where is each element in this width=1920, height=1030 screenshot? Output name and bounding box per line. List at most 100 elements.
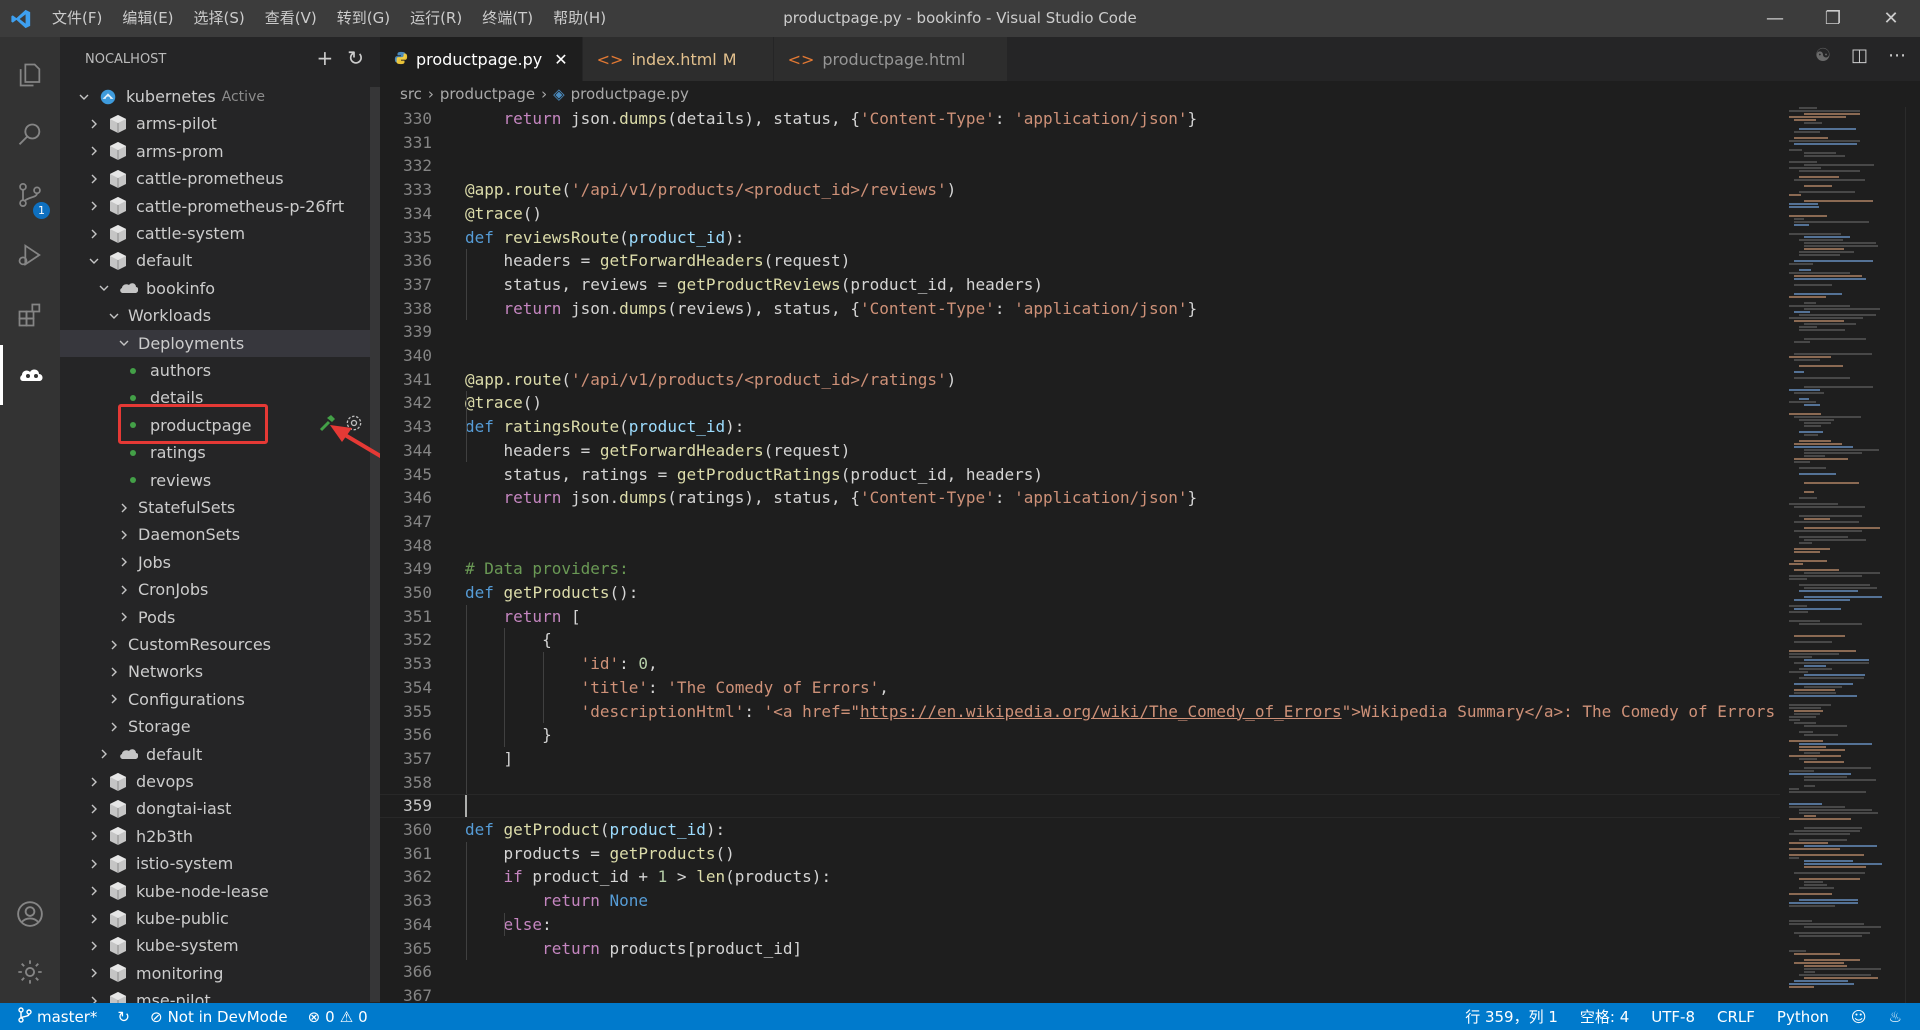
settings-gear-icon[interactable] <box>344 413 364 437</box>
chevron-down-icon[interactable] <box>116 335 132 351</box>
tree-namespace[interactable]: devops <box>60 768 370 795</box>
code-line[interactable]: ] <box>465 747 514 771</box>
code-line[interactable]: headers = getForwardHeaders(request) <box>465 439 851 463</box>
add-cluster-icon[interactable]: + <box>316 45 333 71</box>
tab-productpage-py[interactable]: productpage.py ✕ <box>380 37 583 81</box>
chevron-right-icon[interactable] <box>96 746 112 762</box>
chevron-right-icon[interactable] <box>86 965 102 981</box>
tree-workload-group[interactable]: StatefulSets <box>60 494 370 521</box>
code-line[interactable]: return json.dumps(ratings), status, {'Co… <box>465 486 1198 510</box>
tree-namespace[interactable]: cattle-prometheus-p-26frt <box>60 193 370 220</box>
notifications-bell-icon[interactable]: ♨ <box>1889 1008 1902 1026</box>
maximize-button[interactable]: ❐ <box>1804 0 1862 37</box>
search-icon[interactable] <box>0 105 60 165</box>
chevron-right-icon[interactable] <box>86 856 102 872</box>
chevron-right-icon[interactable] <box>106 637 122 653</box>
code-line[interactable]: return products[product_id] <box>465 937 802 961</box>
tree-namespace[interactable]: kube-public <box>60 905 370 932</box>
tree-namespace[interactable]: monitoring <box>60 960 370 987</box>
code-line[interactable]: else: <box>465 913 552 937</box>
chevron-right-icon[interactable] <box>116 582 132 598</box>
feedback-icon[interactable]: ☺ <box>1851 1008 1867 1026</box>
indentation[interactable]: 空格: 4 <box>1580 1006 1629 1027</box>
tab-index-html[interactable]: <> index.html M <box>582 37 774 81</box>
chevron-right-icon[interactable] <box>86 143 102 159</box>
chevron-right-icon[interactable] <box>106 691 122 707</box>
code-line[interactable]: status, ratings = getProductRatings(prod… <box>465 463 1043 487</box>
chevron-right-icon[interactable] <box>86 911 102 927</box>
compare-icon[interactable]: ☯ <box>1815 45 1831 66</box>
explorer-icon[interactable] <box>0 45 60 105</box>
code-line[interactable]: @trace() <box>465 202 542 226</box>
chevron-right-icon[interactable] <box>86 801 102 817</box>
nocalhost-icon[interactable] <box>0 345 60 405</box>
code-line[interactable]: products = getProducts() <box>465 842 735 866</box>
tree-namespace[interactable]: arms-pilot <box>60 110 370 137</box>
chevron-down-icon[interactable] <box>76 89 92 105</box>
breadcrumb-item[interactable]: productpage <box>440 85 535 103</box>
code-line[interactable]: status, reviews = getProductReviews(prod… <box>465 273 1043 297</box>
chevron-right-icon[interactable] <box>106 719 122 735</box>
tree-namespace[interactable]: cattle-system <box>60 220 370 247</box>
tree-resource-group[interactable]: Configurations <box>60 686 370 713</box>
menu-file[interactable]: 文件(F) <box>42 0 112 37</box>
code-line[interactable]: # Data providers: <box>465 557 629 581</box>
chevron-right-icon[interactable] <box>116 554 132 570</box>
tree-workload-group[interactable]: Jobs <box>60 549 370 576</box>
code-line[interactable]: def reviewsRoute(product_id): <box>465 226 744 250</box>
end-of-line[interactable]: CRLF <box>1717 1008 1755 1026</box>
chevron-down-icon[interactable] <box>96 280 112 296</box>
tree-namespace[interactable]: arms-prom <box>60 138 370 165</box>
code-line[interactable]: @app.route('/api/v1/products/<product_id… <box>465 368 956 392</box>
code-line[interactable]: if product_id + 1 > len(products): <box>465 865 832 889</box>
code-view[interactable]: 330 return json.dumps(details), status, … <box>380 107 1780 1003</box>
devmode-status[interactable]: ⊘ Not in DevMode <box>150 1008 288 1026</box>
dev-mode-hammer-icon[interactable] <box>318 413 338 437</box>
code-line[interactable]: return [ <box>465 605 581 629</box>
breadcrumb-item[interactable]: src <box>400 85 422 103</box>
tree-resource-group[interactable]: Networks <box>60 658 370 685</box>
tree-namespace[interactable]: kube-node-lease <box>60 878 370 905</box>
code-line[interactable]: return json.dumps(details), status, {'Co… <box>465 107 1198 131</box>
chevron-right-icon[interactable] <box>116 609 132 625</box>
minimap[interactable] <box>1785 107 1903 1003</box>
account-icon[interactable] <box>0 884 60 944</box>
tree-namespace[interactable]: default <box>60 247 370 274</box>
settings-gear-icon[interactable] <box>0 942 60 1002</box>
close-icon[interactable]: ✕ <box>554 50 567 69</box>
chevron-right-icon[interactable] <box>116 527 132 543</box>
minimize-button[interactable]: — <box>1746 0 1804 37</box>
chevron-down-icon[interactable] <box>106 308 122 324</box>
menu-edit[interactable]: 编辑(E) <box>112 0 183 37</box>
code-line[interactable]: { <box>465 628 552 652</box>
menu-terminal[interactable]: 终端(T) <box>472 0 543 37</box>
sync-status[interactable]: ↻ <box>117 1008 130 1026</box>
code-line[interactable]: } <box>465 723 552 747</box>
tree-deployment-item[interactable]: authors <box>60 357 370 384</box>
language-mode[interactable]: Python <box>1777 1008 1829 1026</box>
extensions-icon[interactable] <box>0 285 60 345</box>
branch-status[interactable]: master* <box>18 1006 97 1027</box>
chevron-right-icon[interactable] <box>106 664 122 680</box>
menu-run[interactable]: 运行(R) <box>400 0 472 37</box>
tree-workloads[interactable]: Workloads <box>60 302 370 329</box>
chevron-right-icon[interactable] <box>86 226 102 242</box>
menu-go[interactable]: 转到(G) <box>327 0 400 37</box>
split-editor-icon[interactable]: ◫ <box>1851 45 1868 66</box>
code-line[interactable]: 'id': 0, <box>465 652 658 676</box>
run-debug-icon[interactable] <box>0 225 60 285</box>
tree-namespace[interactable]: istio-system <box>60 850 370 877</box>
code-line[interactable]: def getProduct(product_id): <box>465 818 725 842</box>
tree-app-default[interactable]: default <box>60 741 370 768</box>
tree-resource-group[interactable]: Storage <box>60 713 370 740</box>
tree-deployments[interactable]: Deployments <box>60 329 370 357</box>
chevron-right-icon[interactable] <box>86 938 102 954</box>
code-line[interactable]: @trace() <box>465 391 542 415</box>
chevron-right-icon[interactable] <box>86 993 102 1003</box>
chevron-right-icon[interactable] <box>86 883 102 899</box>
encoding[interactable]: UTF-8 <box>1651 1008 1695 1026</box>
menu-view[interactable]: 查看(V) <box>255 0 327 37</box>
breadcrumb-item[interactable]: productpage.py <box>571 85 689 103</box>
tree-resource-group[interactable]: CustomResources <box>60 631 370 658</box>
code-line[interactable]: 'descriptionHtml': '<a href="https://en.… <box>465 700 1775 724</box>
